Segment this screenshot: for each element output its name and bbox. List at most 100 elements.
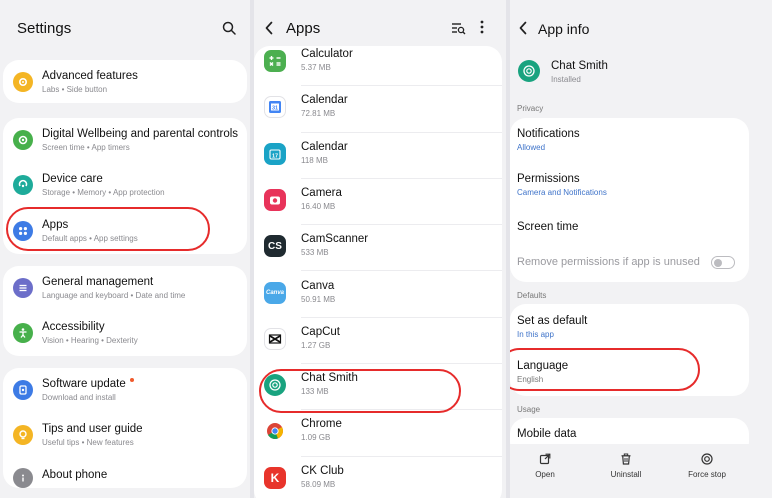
settings-item-digital-wellbeing[interactable]: Digital Wellbeing and parental controls …	[3, 118, 247, 162]
page-title: Apps	[286, 20, 321, 37]
settings-card-advanced: Advanced features Labs • Side button	[3, 60, 247, 103]
back-arrow-icon[interactable]	[264, 21, 274, 35]
app-name: Chrome	[301, 418, 342, 431]
calendar-app-icon: 17	[264, 142, 286, 165]
app-size: 533 MB	[301, 248, 329, 258]
row-title: Set as default	[517, 315, 588, 327]
item-title: Digital Wellbeing and parental controls	[42, 128, 239, 140]
app-size: 72.81 MB	[301, 109, 336, 119]
settings-item-accessibility[interactable]: Accessibility Vision • Hearing • Dexteri…	[3, 311, 247, 356]
row-title: Notifications	[517, 128, 580, 140]
app-name: CamScanner	[301, 233, 369, 246]
app-status: Installed	[551, 75, 581, 84]
settings-item-advanced-features[interactable]: Advanced features Labs • Side button	[3, 60, 247, 103]
app-name: Camera	[301, 186, 342, 199]
row-title: Remove permissions if app is unused	[517, 256, 700, 268]
row-title: Mobile data	[517, 428, 577, 440]
app-name: Calendar	[301, 94, 348, 107]
calendar-app-icon: 31	[264, 96, 286, 119]
svg-text:17: 17	[272, 153, 278, 159]
defaults-section-label: Defaults	[517, 291, 547, 300]
open-label: Open	[535, 470, 555, 479]
app-list-item[interactable]: Canva Canva 50.91 MB	[254, 272, 502, 318]
chat-smith-highlight-circle	[259, 369, 461, 413]
app-list-item[interactable]: K CK Club 58.09 MB	[254, 457, 502, 498]
settings-card-general: General management Language and keyboard…	[3, 266, 247, 356]
settings-item-tips[interactable]: Tips and user guide Useful tips • New fe…	[3, 413, 247, 458]
open-external-icon	[539, 453, 551, 465]
uninstall-label: Uninstall	[610, 470, 642, 479]
row-value: Allowed	[517, 143, 546, 152]
item-subtitle: Screen time • App timers	[42, 143, 130, 152]
camscanner-app-icon: CS	[264, 235, 286, 258]
app-info-panel: App info Chat Smith Installed Privacy No…	[510, 0, 772, 498]
uninstall-button[interactable]: Uninstall	[596, 450, 656, 490]
apps-list-card: Calculator 5.37 MB 31 Calendar 72.81 MB 17 Cal…	[254, 46, 502, 498]
language-highlight-circle	[510, 348, 700, 391]
settings-item-about-phone[interactable]: About phone	[3, 458, 247, 488]
search-icon[interactable]	[222, 21, 236, 35]
notifications-row[interactable]: Notifications Allowed	[510, 118, 749, 163]
item-title: Software update	[42, 378, 126, 390]
page-title: Settings	[17, 20, 72, 37]
item-title: Tips and user guide	[42, 423, 143, 435]
item-title: Accessibility	[42, 321, 105, 333]
filter-search-icon[interactable]	[451, 21, 466, 35]
app-name: CK Club	[301, 464, 344, 477]
device-care-icon	[13, 175, 33, 195]
privacy-card: Notifications Allowed Permissions Camera…	[510, 118, 749, 282]
canva-app-icon: Canva	[264, 281, 286, 304]
item-subtitle: Storage • Memory • App protection	[42, 188, 165, 197]
app-name: Calendar	[301, 140, 348, 153]
ck-club-app-icon: K	[264, 466, 286, 489]
app-name: Canva	[301, 279, 335, 292]
lightbulb-icon	[13, 425, 33, 445]
app-size: 5.37 MB	[301, 63, 331, 72]
item-subtitle: Vision • Hearing • Dexterity	[42, 336, 138, 345]
app-size: 118 MB	[301, 155, 328, 165]
apps-panel: Apps Calculator 5.37 MB 31 Calendar 72.81 MB…	[254, 0, 510, 498]
item-subtitle: Download and install	[42, 393, 116, 402]
force-stop-label: Force stop	[688, 470, 726, 479]
remove-permissions-row[interactable]: Remove permissions if app is unused	[510, 244, 749, 282]
app-size: 16.40 MB	[301, 201, 336, 211]
app-list-item[interactable]: 17 Calendar 118 MB	[254, 133, 502, 179]
settings-item-general-management[interactable]: General management Language and keyboard…	[3, 266, 247, 311]
app-list-item[interactable]: CS CamScanner 533 MB	[254, 225, 502, 272]
gear-plus-icon	[13, 72, 33, 92]
app-list-item[interactable]: Calculator 5.37 MB	[254, 40, 502, 87]
app-size: 50.91 MB	[301, 294, 336, 304]
app-list-item[interactable]: Camera 16.40 MB	[254, 179, 502, 226]
app-list-item[interactable]: Chrome 1.09 GB	[254, 410, 502, 457]
set-as-default-row[interactable]: Set as default In this app	[510, 304, 749, 350]
item-subtitle: Labs • Side button	[42, 85, 108, 94]
row-title: Screen time	[517, 221, 579, 233]
chat-smith-app-icon	[518, 60, 540, 82]
permissions-row[interactable]: Permissions Camera and Notifications	[510, 163, 749, 208]
more-options-icon[interactable]	[480, 20, 484, 34]
item-subtitle: Language and keyboard • Date and time	[42, 291, 186, 300]
remove-permissions-toggle[interactable]	[711, 256, 735, 269]
app-name: CapCut	[301, 325, 340, 338]
sliders-icon	[13, 278, 33, 298]
capcut-app-icon	[264, 327, 286, 350]
app-list-item[interactable]: CapCut 1.27 GB	[254, 318, 502, 365]
item-title: About phone	[42, 469, 108, 481]
svg-text:31: 31	[272, 106, 278, 112]
screen-time-row[interactable]: Screen time	[510, 208, 749, 244]
force-stop-button[interactable]: Force stop	[677, 450, 737, 490]
app-list-item[interactable]: 31 Calendar 72.81 MB	[254, 86, 502, 133]
app-name: Chat Smith	[551, 60, 608, 72]
info-icon	[13, 468, 33, 488]
back-arrow-icon[interactable]	[518, 21, 528, 35]
app-size: 58.09 MB	[301, 479, 336, 489]
settings-item-software-update[interactable]: Software update Download and install	[3, 368, 247, 413]
privacy-section-label: Privacy	[517, 104, 544, 113]
row-title: Permissions	[517, 173, 580, 185]
open-button[interactable]: Open	[515, 450, 575, 490]
settings-item-device-care[interactable]: Device care Storage • Memory • App prote…	[3, 163, 247, 208]
chrome-app-icon	[264, 420, 286, 442]
row-value: Camera and Notifications	[517, 188, 607, 197]
force-stop-icon	[701, 453, 713, 465]
usage-section-label: Usage	[517, 405, 541, 414]
